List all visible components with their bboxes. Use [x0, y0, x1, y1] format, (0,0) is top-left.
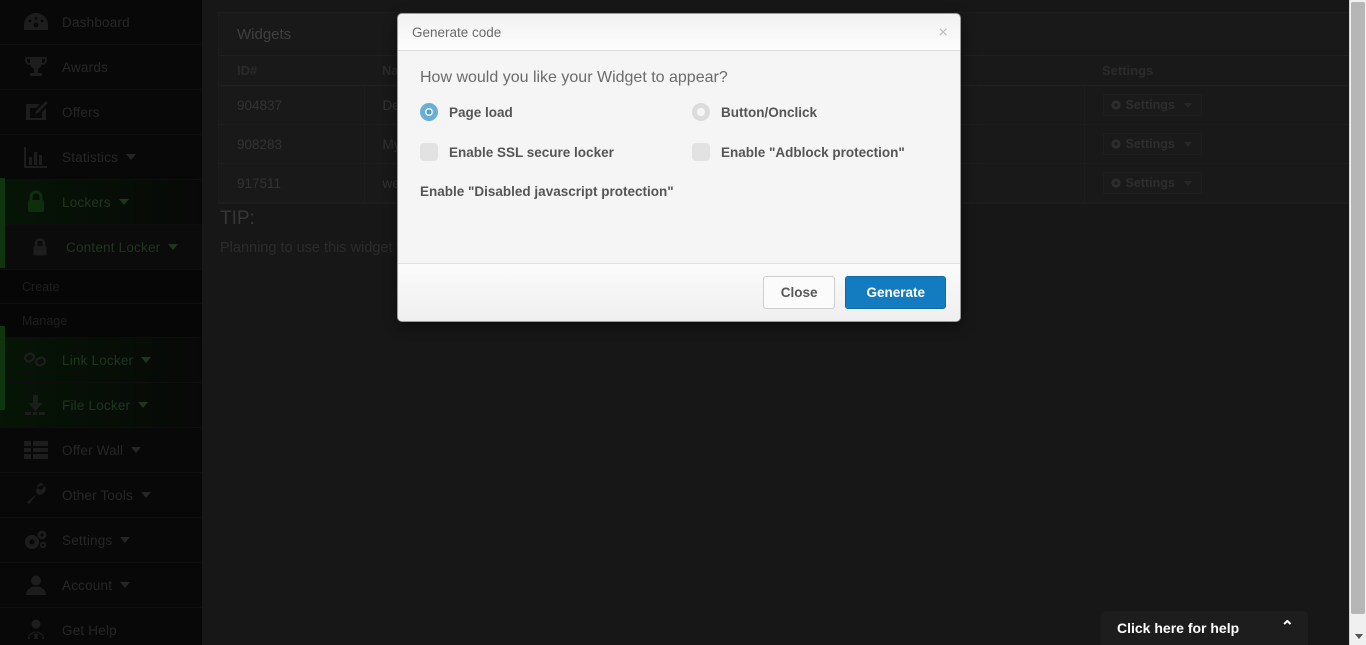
option-label: Button/Onclick [721, 104, 818, 120]
option-label: Enable "Adblock protection" [721, 144, 905, 160]
option-label: Enable SSL secure locker [449, 144, 614, 160]
modal-header: Generate code × [398, 14, 960, 51]
help-bar[interactable]: Click here for help ⌃ [1101, 611, 1308, 645]
option-adblock-protection[interactable]: Enable "Adblock protection" [692, 143, 938, 161]
chevron-down-icon [1354, 634, 1363, 639]
checkbox-adblock-protection[interactable] [692, 143, 710, 161]
app-root: Dashboard Awards Offers Statistics [0, 0, 1366, 645]
modal-question: How would you like your Widget to appear… [420, 69, 728, 86]
modal-body: How would you like your Widget to appear… [398, 51, 960, 263]
scrollbar-thumb[interactable] [1351, 2, 1365, 614]
close-icon[interactable]: × [938, 24, 948, 41]
chevron-up-icon: ⌃ [1280, 619, 1294, 636]
modal-title: Generate code [412, 24, 502, 40]
generate-button[interactable]: Generate [845, 276, 946, 309]
option-label: Page load [449, 104, 513, 120]
option-label: Enable "Disabled javascript protection" [420, 184, 674, 199]
radio-page-load[interactable] [420, 103, 438, 121]
scrollbar-down-button[interactable] [1350, 628, 1366, 645]
option-disabled-javascript-protection[interactable]: Enable "Disabled javascript protection" [420, 183, 938, 201]
modal-footer: Close Generate [398, 263, 960, 321]
checkbox-ssl-secure-locker[interactable] [420, 143, 438, 161]
modal-options: Page load Button/Onclick Enable SSL secu… [420, 103, 938, 201]
radio-button-onclick[interactable] [692, 103, 710, 121]
generate-code-modal: Generate code × How would you like your … [397, 13, 961, 322]
option-page-load[interactable]: Page load [420, 103, 692, 121]
help-bar-label: Click here for help [1117, 620, 1240, 636]
close-button[interactable]: Close [762, 276, 836, 309]
option-ssl-secure-locker[interactable]: Enable SSL secure locker [420, 143, 692, 161]
option-button-onclick[interactable]: Button/Onclick [692, 103, 938, 121]
page-scrollbar[interactable] [1349, 0, 1366, 645]
